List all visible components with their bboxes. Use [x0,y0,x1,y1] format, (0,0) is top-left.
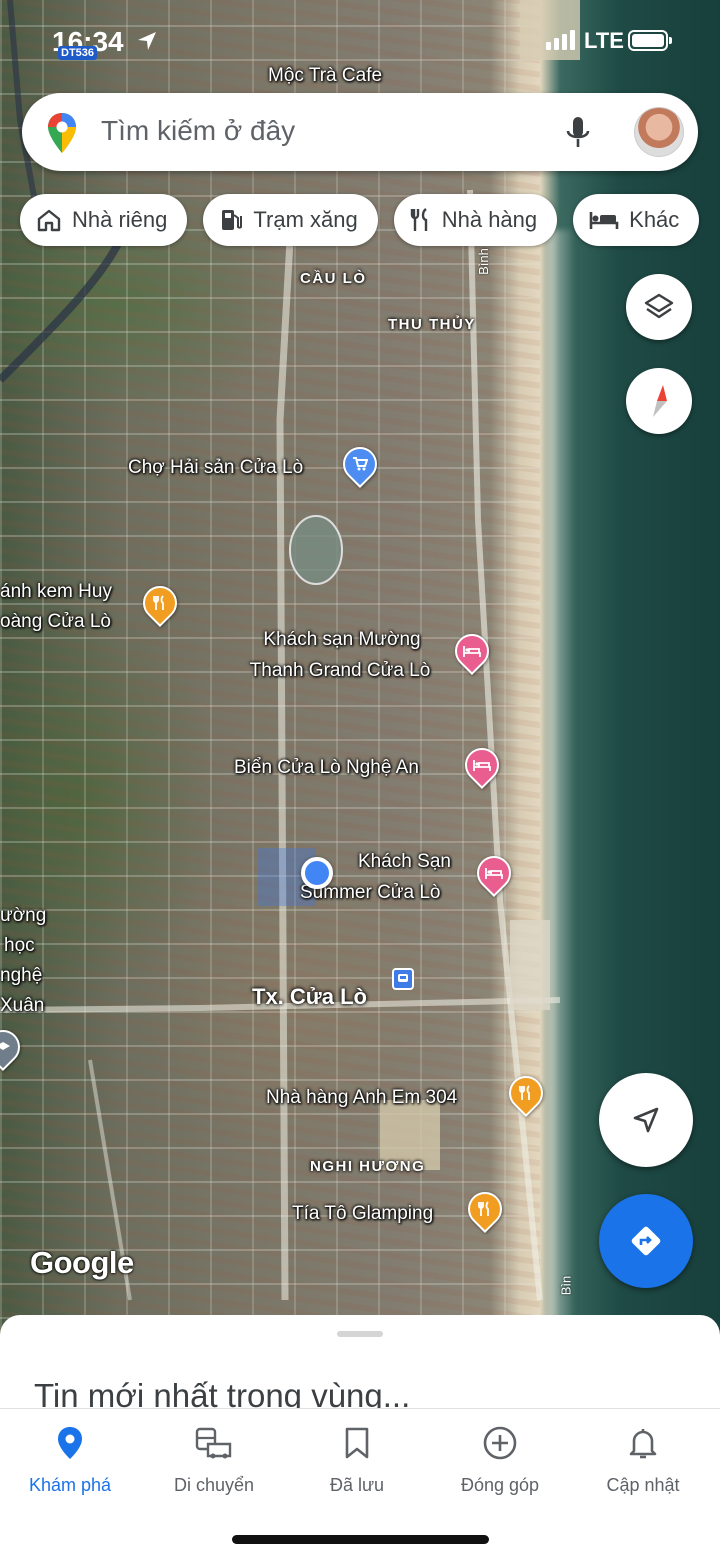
directions-button[interactable] [599,1194,693,1288]
chip-gas[interactable]: Trạm xăng [203,194,378,246]
chip-home[interactable]: Nhà riêng [20,194,188,246]
add-circle-icon [483,1426,517,1460]
search-input[interactable]: Tìm kiếm ở đây [101,115,295,147]
category-chips: Nhà riêng Trạm xăng Nhà hàng Khác [20,194,700,246]
location-services-icon [138,32,156,50]
chip-label: Khác [629,207,680,232]
cellular-signal-icon [546,30,575,50]
explore-pin-icon [58,1427,82,1459]
label-muong-thanh-1[interactable]: Khách sạn Mường [232,628,452,652]
google-maps-pin-icon [48,113,76,153]
label-summer-1[interactable]: Khách Sạn [358,850,451,874]
label-school-2[interactable]: học [4,934,35,958]
restaurant-icon [410,208,427,231]
search-bar[interactable]: Tìm kiếm ở đây [22,93,698,171]
fork-knife-icon [470,1194,500,1224]
bottom-navigation: Khám phá Di chuyển Đã lưu Đóng góp Cập n… [0,1408,720,1557]
label-cho-hai-san[interactable]: Chợ Hải sản Cửa Lò [128,456,303,480]
bed-icon [467,750,497,780]
sheet-title: Tin mới nhất trong vùng... [34,1377,411,1411]
fork-knife-icon [511,1078,541,1108]
chip-label: Nhà hàng [441,207,538,232]
my-location-button[interactable] [599,1073,693,1167]
compass-icon [653,385,667,417]
mic-icon[interactable] [565,115,591,151]
label-banh-kem-2[interactable]: oàng Cửa Lò [0,610,111,634]
nav-explore[interactable]: Khám phá [0,1425,142,1496]
bookmark-icon [345,1427,369,1459]
cart-icon [345,449,375,479]
nav-label: Đã lưu [329,1475,385,1495]
nav-contribute[interactable]: Đóng góp [428,1425,572,1496]
label-school-3[interactable]: nghệ [0,964,42,988]
sheet-drag-handle[interactable] [337,1331,383,1337]
bell-icon [629,1429,657,1459]
label-school-1[interactable]: ường [0,904,46,928]
nav-saved[interactable]: Đã lưu [285,1425,429,1496]
google-attribution: Google [30,1245,134,1280]
nav-commute[interactable]: Di chuyển [142,1425,286,1496]
nav-label: Khám phá [28,1475,112,1495]
bed-icon [457,636,487,666]
network-type: LTE [584,28,624,53]
label-nha-hang-anh-em[interactable]: Nhà hàng Anh Em 304 [266,1086,457,1110]
nav-label: Di chuyển [173,1475,255,1495]
chip-label: Nhà riêng [72,207,168,232]
graduation-cap-icon [0,1032,18,1062]
label-nghi-huong: NGHI HƯƠNG [310,1158,426,1175]
label-thu-thuy: THU THỦY [388,316,476,333]
home-indicator [232,1535,489,1544]
layers-button[interactable] [626,274,692,340]
chip-hotels[interactable]: Khác [573,194,700,246]
label-bien-cua-lo[interactable]: Biển Cửa Lò Nghệ An [234,756,419,780]
navigation-arrow-icon [633,1107,659,1133]
commute-icon [195,1427,232,1459]
label-muong-thanh-2[interactable]: Thanh Grand Cửa Lò [222,659,458,683]
battery-icon [628,30,672,51]
label-road-binh-top: Bình [475,248,491,275]
bed-icon [479,858,509,888]
fork-knife-icon [145,588,175,618]
label-cau-lo: CẦU LÒ [300,270,367,287]
label-banh-kem-1[interactable]: ánh kem Huy [0,580,112,604]
status-badge: DT536 [58,46,98,60]
my-location-dot [301,857,333,889]
home-icon [37,209,61,232]
label-tia-to[interactable]: Tía Tô Glamping [292,1202,433,1226]
layers-icon [644,293,674,319]
label-tx-cua-lo: Tx. Cửa Lò [252,984,367,1009]
status-bar: 16:34 DT536 LTE [0,0,720,70]
chip-restaurant[interactable]: Nhà hàng [393,194,558,246]
hotel-bed-icon [589,212,619,229]
nav-updates[interactable]: Cập nhật [571,1425,715,1496]
label-road-binh-bottom: Bìn [558,1275,574,1296]
profile-avatar[interactable] [634,107,684,157]
directions-icon [631,1226,661,1256]
chip-label: Trạm xăng [253,207,358,232]
nav-label: Cập nhật [606,1475,680,1495]
label-school-4[interactable]: Xuân [0,994,44,1018]
compass-button[interactable] [626,368,692,434]
gas-station-icon [222,210,243,230]
bus-stop-icon[interactable] [392,968,414,990]
nav-label: Đóng góp [460,1475,540,1495]
